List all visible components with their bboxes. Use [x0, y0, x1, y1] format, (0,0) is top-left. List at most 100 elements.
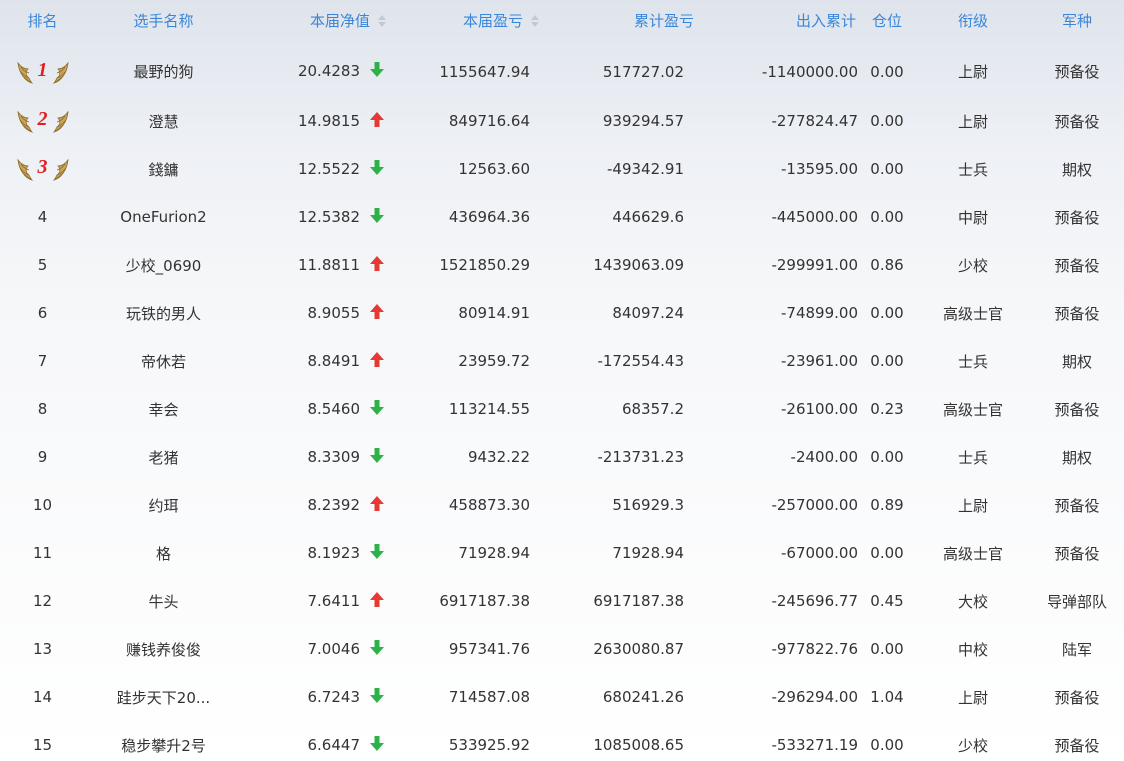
table-row[interactable]: 5 少校_0690 11.8811 1521850.29 1439063.09 -2999…: [0, 241, 1124, 289]
player-name[interactable]: 幸会: [85, 385, 242, 433]
rank-medal-icon: 3: [16, 154, 70, 184]
player-name[interactable]: 帝休若: [85, 337, 242, 385]
rank-cell: 6: [37, 304, 48, 322]
nav-cell: 12.5522: [242, 145, 389, 193]
grade-cell: 上尉: [957, 112, 988, 131]
total-pnl-cell: 516929.3: [612, 496, 684, 514]
column-header-total-pnl[interactable]: 累计盈亏: [542, 0, 696, 40]
flow-cell: -296294.00: [771, 688, 858, 706]
player-name[interactable]: 赚钱养俊俊: [85, 625, 242, 673]
table-row[interactable]: 4 OneFurion2 12.5382 436964.36 446629.6 -4450…: [0, 193, 1124, 241]
player-name[interactable]: 格: [85, 529, 242, 577]
player-name[interactable]: 少校_0690: [85, 241, 242, 289]
table-row[interactable]: 13 赚钱养俊俊 7.0046 957341.76 2630080.87 -977822.…: [0, 625, 1124, 673]
nav-cell: 8.3309: [242, 433, 389, 481]
position-cell: 0.45: [870, 592, 904, 610]
column-header-branch[interactable]: 军种: [1030, 0, 1124, 40]
player-name[interactable]: 錢鏞: [85, 145, 242, 193]
table-row[interactable]: 10 约珥 8.2392 458873.30 516929.3 -257000.00 0.8…: [0, 481, 1124, 529]
position-cell: 0.00: [870, 112, 904, 130]
total-pnl-cell: 517727.02: [602, 62, 684, 81]
branch-cell: 预备役: [1054, 544, 1100, 563]
sort-icon[interactable]: [378, 15, 387, 27]
branch-cell: 预备役: [1054, 688, 1100, 707]
position-cell: 0.00: [870, 448, 904, 466]
nav-cell: 8.9055: [242, 289, 389, 337]
nav-cell: 6.7243: [242, 673, 389, 721]
arrow-up-icon: [370, 351, 384, 371]
pnl-cell: 23959.72: [458, 352, 530, 370]
position-cell: 0.00: [870, 160, 904, 178]
table-header-row: 排名 选手名称 本届净值 本届盈亏 累计盈亏 出入累计 仓位 衔级 军种: [0, 0, 1124, 40]
position-cell: 0.00: [870, 208, 904, 226]
rank-cell: 2: [0, 97, 85, 145]
column-header-grade[interactable]: 衔级: [916, 0, 1030, 40]
nav-cell: 12.5382: [242, 193, 389, 241]
table-row[interactable]: 12 牛头 7.6411 6917187.38 6917187.38 -245696.77…: [0, 577, 1124, 625]
ranking-table: 排名 选手名称 本届净值 本届盈亏 累计盈亏 出入累计 仓位 衔级 军种 1 最野…: [0, 0, 1124, 761]
position-cell: 0.86: [870, 256, 904, 274]
total-pnl-cell: -172554.43: [597, 352, 684, 370]
player-name[interactable]: 跬步天下20...: [85, 673, 242, 721]
arrow-down-icon: [370, 399, 384, 419]
total-pnl-cell: 1085008.65: [593, 736, 684, 754]
grade-cell: 高级士官: [942, 400, 1003, 419]
player-name[interactable]: 澄慧: [85, 97, 242, 145]
nav-cell: 11.8811: [242, 241, 389, 289]
column-header-position[interactable]: 仓位: [858, 0, 916, 40]
arrow-down-icon: [370, 447, 384, 467]
column-header-rank[interactable]: 排名: [0, 0, 85, 40]
position-cell: 0.00: [870, 62, 904, 81]
player-name[interactable]: 最野的狗: [85, 40, 242, 97]
nav-cell: 7.0046: [242, 625, 389, 673]
column-header-pnl[interactable]: 本届盈亏: [389, 0, 542, 40]
table-row[interactable]: 6 玩铁的男人 8.9055 80914.91 84097.24 -74899.00 0.0…: [0, 289, 1124, 337]
column-header-flow[interactable]: 出入累计: [696, 0, 858, 40]
position-cell: 0.00: [870, 640, 904, 658]
sort-icon[interactable]: [531, 15, 540, 27]
pnl-cell: 436964.36: [448, 208, 530, 226]
total-pnl-cell: 6917187.38: [593, 592, 684, 610]
flow-cell: -23961.00: [781, 352, 858, 370]
position-cell: 1.04: [870, 688, 904, 706]
column-header-nav[interactable]: 本届净值: [242, 0, 389, 40]
rank-cell: 1: [0, 40, 85, 97]
branch-cell: 预备役: [1054, 256, 1100, 275]
player-name[interactable]: 牛头: [85, 577, 242, 625]
table-row[interactable]: 1 最野的狗 20.4283 1155647.94 517727.02 -1140000.…: [0, 40, 1124, 97]
table-row[interactable]: 11 格 8.1923 71928.94 71928.94 -67000.00 0.00 高级…: [0, 529, 1124, 577]
position-cell: 0.89: [870, 496, 904, 514]
rank-cell: 10: [32, 496, 53, 514]
nav-cell: 8.5460: [242, 385, 389, 433]
table-row[interactable]: 7 帝休若 8.8491 23959.72 -172554.43 -23961.00 0.0…: [0, 337, 1124, 385]
grade-cell: 士兵: [957, 352, 988, 371]
branch-cell: 期权: [1061, 352, 1092, 371]
pnl-cell: 1521850.29: [439, 256, 530, 274]
player-name[interactable]: 老猪: [85, 433, 242, 481]
table-row[interactable]: 8 幸会 8.5460 113214.55 68357.2 -26100.00 0.23 高级…: [0, 385, 1124, 433]
position-cell: 0.00: [870, 544, 904, 562]
arrow-up-icon: [370, 111, 384, 131]
arrow-up-icon: [370, 303, 384, 323]
pnl-cell: 957341.76: [448, 640, 530, 658]
position-cell: 0.00: [870, 352, 904, 370]
table-row[interactable]: 15 稳步攀升2号 6.6447 533925.92 1085008.65 -533271…: [0, 721, 1124, 761]
player-name[interactable]: 玩铁的男人: [85, 289, 242, 337]
player-name[interactable]: 约珥: [85, 481, 242, 529]
flow-cell: -245696.77: [771, 592, 858, 610]
player-name[interactable]: OneFurion2: [85, 193, 242, 241]
branch-cell: 预备役: [1054, 112, 1100, 131]
rank-cell: 7: [37, 352, 48, 370]
rank-cell: 5: [37, 256, 48, 274]
grade-cell: 士兵: [957, 160, 988, 179]
pnl-cell: 1155647.94: [439, 62, 530, 81]
column-header-name[interactable]: 选手名称: [85, 0, 242, 40]
pnl-cell: 714587.08: [448, 688, 530, 706]
table-row[interactable]: 3 錢鏞 12.5522 12563.60 -49342.91 -13595.00 0.00…: [0, 145, 1124, 193]
flow-cell: -13595.00: [781, 160, 858, 178]
table-row[interactable]: 14 跬步天下20... 6.7243 714587.08 680241.26 -2962…: [0, 673, 1124, 721]
branch-cell: 期权: [1061, 448, 1092, 467]
table-row[interactable]: 2 澄慧 14.9815 849716.64 939294.57 -277824.47 0.…: [0, 97, 1124, 145]
table-row[interactable]: 9 老猪 8.3309 9432.22 -213731.23 -2400.00 0.00 士兵…: [0, 433, 1124, 481]
player-name[interactable]: 稳步攀升2号: [85, 721, 242, 761]
